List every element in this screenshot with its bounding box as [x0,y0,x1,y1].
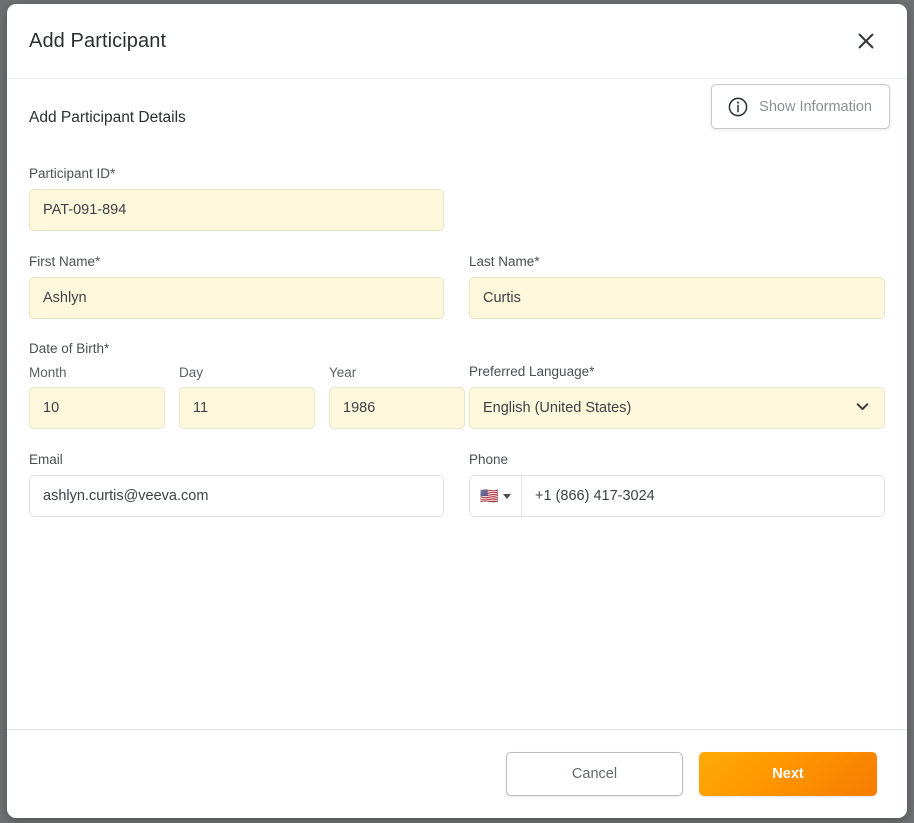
participant-id-input[interactable]: PAT-091-894 [29,189,444,231]
dob-month-label: Month [29,365,67,380]
first-name-input[interactable]: Ashlyn [29,277,444,319]
date-of-birth-group: Month 10 Day 11 Year 1986 [29,364,465,429]
phone-label: Phone [469,452,509,467]
us-flag-icon: 🇺🇸 [480,487,499,505]
close-button[interactable] [851,26,881,56]
participant-id-field: Participant ID* PAT-091-894 [29,165,444,231]
cancel-button[interactable]: Cancel [506,752,683,796]
preferred-language-select[interactable]: English (United States) [469,387,885,429]
dialog-footer: Cancel Next [7,729,907,818]
phone-number-value: +1 (866) 417-3024 [535,488,655,504]
show-information-label: Show Information [759,98,872,115]
last-name-field: Last Name* Curtis [469,253,885,319]
preferred-language-label: Preferred Language* [469,364,595,379]
caret-down-icon [502,493,511,499]
dob-year-value: 1986 [343,400,376,416]
email-value: ashlyn.curtis@veeva.com [43,488,209,504]
dob-month-input[interactable]: 10 [29,387,165,429]
dialog-header: Add Participant [7,4,907,79]
last-name-input[interactable]: Curtis [469,277,885,319]
participant-id-row: Participant ID* PAT-091-894 [29,165,885,231]
phone-number-input[interactable]: +1 (866) 417-3024 [522,476,884,516]
dob-year-label: Year [329,365,357,380]
phone-field: Phone 🇺🇸 +1 (866) 417-3024 [469,451,885,517]
section-title: Add Participant Details [29,109,186,126]
last-name-value: Curtis [483,290,521,306]
dob-day-label: Day [179,365,204,380]
dob-day-field: Day 11 [179,364,315,429]
date-of-birth-label: Date of Birth* [29,341,110,356]
first-name-field: First Name* Ashlyn [29,253,444,319]
last-name-label: Last Name* [469,254,540,269]
add-participant-dialog: Add Participant Add Participant Details … [7,4,907,818]
first-name-label: First Name* [29,254,101,269]
chevron-down-icon [854,398,871,419]
info-circle-icon [728,97,748,117]
email-input[interactable]: ashlyn.curtis@veeva.com [29,475,444,517]
preferred-language-value: English (United States) [483,400,632,416]
dob-year-input[interactable]: 1986 [329,387,465,429]
dob-language-row: Date of Birth* Month 10 Day 11 Year 1986… [29,340,885,429]
show-information-button[interactable]: Show Information [711,84,890,129]
dob-month-field: Month 10 [29,364,165,429]
dialog-body: Add Participant Details Show Information… [7,79,907,729]
close-icon [857,32,875,50]
dob-day-input[interactable]: 11 [179,387,315,429]
first-name-value: Ashlyn [43,290,87,306]
participant-id-value: PAT-091-894 [43,202,127,218]
preferred-language-field: Preferred Language* English (United Stat… [469,340,885,429]
dob-day-value: 11 [193,400,209,416]
page-title: Add Participant [29,29,167,52]
phone-input-group: 🇺🇸 +1 (866) 417-3024 [469,475,885,517]
contact-row: Email ashlyn.curtis@veeva.com Phone 🇺🇸 +… [29,451,885,517]
participant-id-label: Participant ID* [29,166,116,181]
next-button[interactable]: Next [699,752,877,796]
email-field: Email ashlyn.curtis@veeva.com [29,451,444,517]
dob-month-value: 10 [43,400,60,416]
dob-year-field: Year 1986 [329,364,465,429]
name-row: First Name* Ashlyn Last Name* Curtis [29,253,885,319]
date-of-birth-field: Date of Birth* Month 10 Day 11 Year 1986 [29,340,465,429]
phone-country-selector[interactable]: 🇺🇸 [470,476,522,516]
email-label: Email [29,452,63,467]
